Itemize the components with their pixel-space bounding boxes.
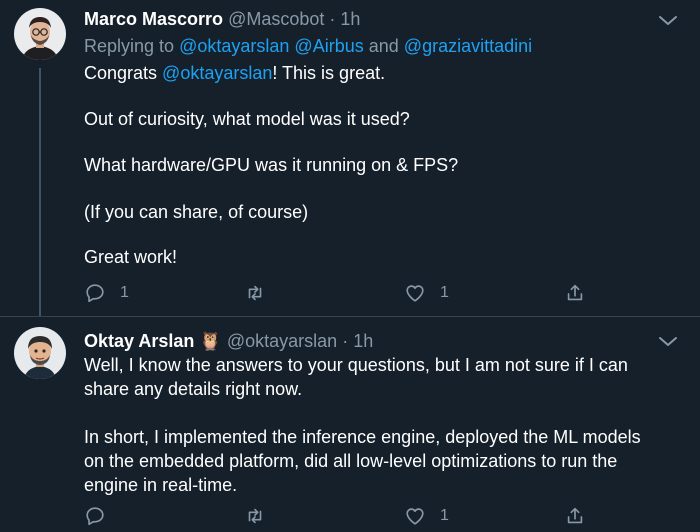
text-segment: ! This is great. bbox=[272, 63, 386, 83]
user-handle[interactable]: @Mascobot bbox=[228, 9, 324, 29]
display-name[interactable]: Marco Mascorro bbox=[84, 9, 223, 29]
text-line: Great work! bbox=[84, 247, 178, 267]
reply-button[interactable]: 1 bbox=[84, 280, 129, 306]
like-count: 1 bbox=[440, 284, 449, 301]
retweet-icon bbox=[248, 285, 262, 301]
tweet-text-oktay: Well, I know the answers to your questio… bbox=[84, 353, 694, 495]
mention-link[interactable]: @Airbus bbox=[294, 36, 363, 56]
timestamp[interactable]: 1h bbox=[353, 331, 373, 351]
retweet-button[interactable] bbox=[244, 280, 280, 306]
text-line: What hardware/GPU was it running on & FP… bbox=[84, 155, 459, 175]
tweet-header-marco: Marco Mascorro @Mascobot · 1h bbox=[84, 8, 360, 30]
separator-dot: · bbox=[329, 9, 336, 29]
share-button[interactable] bbox=[564, 503, 600, 529]
share-icon bbox=[567, 284, 583, 301]
avatar-marco-image bbox=[14, 8, 66, 60]
text-line: on the embedded platform, did all low-le… bbox=[84, 451, 618, 471]
text-line: share any details right now. bbox=[84, 379, 303, 399]
replying-to: Replying to @oktayarslan @Airbus and @gr… bbox=[84, 35, 532, 57]
mention-link[interactable]: @graziavittadini bbox=[404, 36, 532, 56]
reply-count: 1 bbox=[120, 284, 129, 301]
thread-line bbox=[39, 68, 41, 316]
avatar-oktay[interactable] bbox=[14, 327, 66, 379]
text-line: Congrats @oktayarslan! This is great. bbox=[84, 61, 385, 85]
text-line: engine in real-time. bbox=[84, 475, 238, 495]
like-button[interactable]: 1 bbox=[404, 503, 449, 529]
like-count: 1 bbox=[440, 507, 449, 524]
tweet-text-marco: Congrats @oktayarslan! This is great. Ou… bbox=[84, 61, 684, 281]
mention-link[interactable]: @oktayarslan bbox=[179, 36, 289, 56]
text-line: (If you can share, of course) bbox=[84, 202, 309, 222]
user-handle[interactable]: @oktayarslan bbox=[227, 331, 337, 351]
timestamp[interactable]: 1h bbox=[340, 9, 360, 29]
like-icon bbox=[406, 285, 424, 302]
reply-icon bbox=[86, 507, 104, 526]
text-line: Well, I know the answers to your questio… bbox=[84, 355, 628, 375]
reply-icon bbox=[86, 284, 104, 303]
share-icon bbox=[567, 507, 583, 524]
more-icon[interactable] bbox=[656, 333, 680, 349]
action-bar-marco: 1 1 bbox=[84, 280, 684, 306]
retweet-icon bbox=[248, 508, 262, 524]
share-button[interactable] bbox=[564, 280, 600, 306]
display-name[interactable]: Oktay Arslan bbox=[84, 331, 194, 351]
like-icon bbox=[406, 508, 424, 525]
more-icon[interactable] bbox=[656, 12, 680, 28]
replying-prefix: Replying to bbox=[84, 36, 175, 56]
reply-button[interactable] bbox=[84, 503, 120, 529]
action-bar-oktay: 1 bbox=[84, 503, 684, 529]
mention-link[interactable]: @oktayarslan bbox=[162, 63, 272, 83]
avatar-marco[interactable] bbox=[14, 8, 66, 60]
tweet-header-oktay: Oktay Arslan 🦉 @oktayarslan · 1h bbox=[84, 330, 373, 352]
avatar-oktay-image bbox=[14, 327, 66, 379]
like-button[interactable]: 1 bbox=[404, 280, 449, 306]
text-segment: Congrats bbox=[84, 63, 163, 83]
text-line: Out of curiosity, what model was it used… bbox=[84, 109, 410, 129]
separator-dot: · bbox=[342, 331, 349, 351]
replying-and: and bbox=[368, 36, 399, 56]
text-line: In short, I implemented the inference en… bbox=[84, 427, 641, 447]
owl-emoji: 🦉 bbox=[199, 331, 222, 351]
retweet-button[interactable] bbox=[244, 503, 280, 529]
